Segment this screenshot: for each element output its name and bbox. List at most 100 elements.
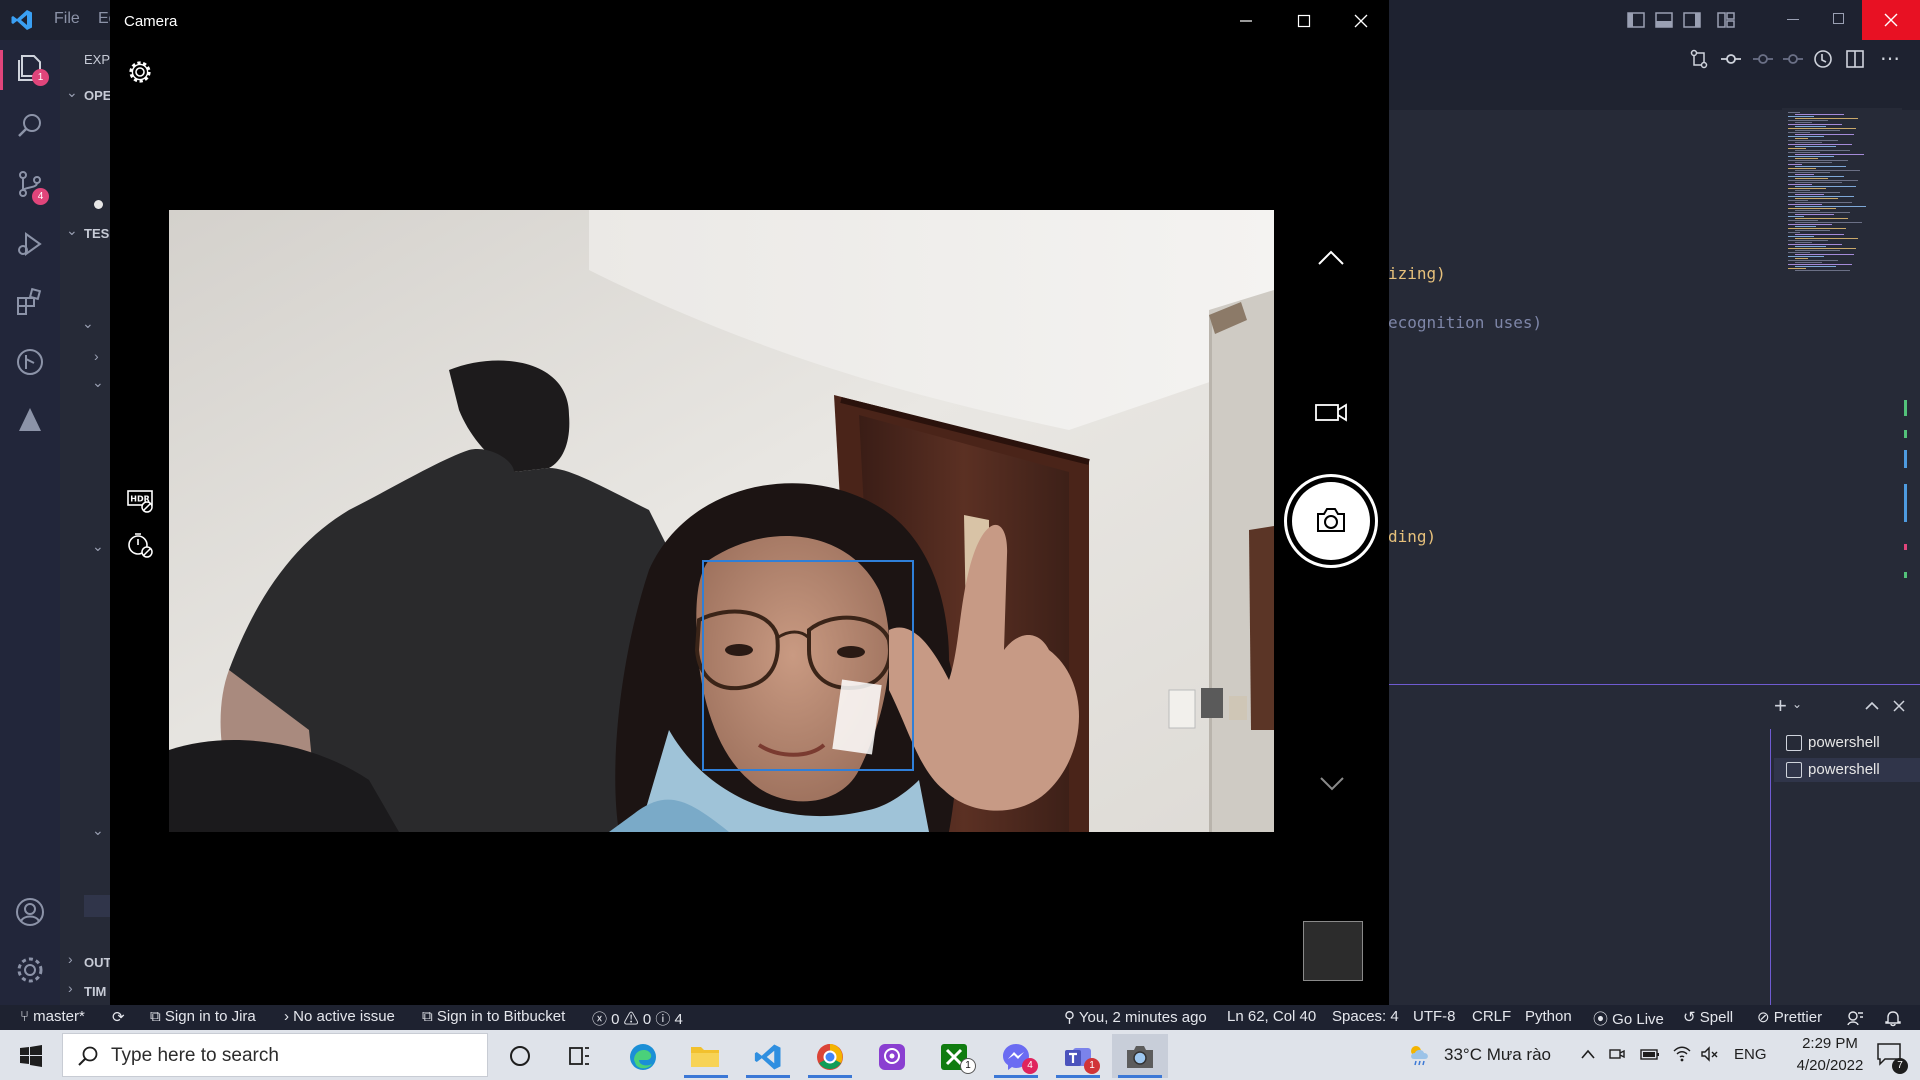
taskbar-chrome[interactable] xyxy=(802,1034,858,1078)
windows-start-icon[interactable] xyxy=(20,1045,42,1067)
jira-signin-item[interactable]: ⧉ Sign in to Jira xyxy=(150,1008,256,1025)
chevron-up-icon[interactable] xyxy=(1316,248,1346,268)
shutter-button[interactable] xyxy=(1284,474,1378,568)
indentation-item[interactable]: Spaces: 4 xyxy=(1332,1008,1399,1025)
git-graph-icon[interactable] xyxy=(14,346,46,378)
info-count: 4 xyxy=(674,1011,683,1028)
meet-now-icon[interactable] xyxy=(1608,1045,1626,1063)
gear-icon[interactable] xyxy=(126,58,154,86)
cortana-button[interactable] xyxy=(492,1034,548,1078)
chevron-down-icon[interactable]: ⌄ xyxy=(92,538,104,555)
taskbar-file-explorer[interactable] xyxy=(678,1034,734,1078)
git-blame-item[interactable]: ⚲ You, 2 minutes ago xyxy=(1064,1008,1207,1026)
vscode-minimize-button[interactable] xyxy=(1770,0,1816,40)
toggle-primary-sidebar-icon[interactable] xyxy=(1626,10,1646,30)
timer-icon[interactable] xyxy=(126,530,154,558)
toggle-panel-icon[interactable] xyxy=(1654,10,1674,30)
new-terminal-plus-icon[interactable]: + xyxy=(1774,695,1787,717)
search-icon[interactable] xyxy=(14,110,46,142)
photo-thumbnail[interactable] xyxy=(1303,921,1363,981)
language-mode-item[interactable]: Python xyxy=(1525,1008,1572,1025)
folder-section[interactable]: TES xyxy=(84,226,109,241)
taskbar-xbox[interactable]: 1 xyxy=(926,1034,982,1078)
go-live-item[interactable]: ⦿ Go Live xyxy=(1593,1008,1664,1029)
minimap-line xyxy=(1795,258,1808,259)
encoding-item[interactable]: UTF-8 xyxy=(1413,1008,1456,1025)
timeline-section[interactable]: TIM xyxy=(84,984,106,999)
camera-preview[interactable] xyxy=(169,210,1274,832)
taskbar-teams[interactable]: 1 xyxy=(1050,1034,1106,1078)
problems-item[interactable]: ⓧ 0 ⚠ 0 ⓘ 4 xyxy=(592,1008,683,1029)
clock-date[interactable]: 4/20/2022 xyxy=(1780,1057,1880,1074)
terminal-list-item[interactable]: powershell xyxy=(1808,761,1880,778)
minimap-line xyxy=(1795,238,1858,239)
git-branch-item[interactable]: ⑂ master* xyxy=(20,1008,85,1025)
taskbar-camera[interactable] xyxy=(1112,1034,1168,1078)
notifications-bell-icon[interactable] xyxy=(1884,1009,1902,1027)
minimap-line xyxy=(1788,204,1822,205)
vscode-restore-button[interactable] xyxy=(1816,0,1862,40)
volume-muted-icon[interactable] xyxy=(1700,1045,1720,1063)
show-hidden-icons-chevron-icon[interactable] xyxy=(1580,1048,1596,1060)
maximize-button[interactable] xyxy=(1276,0,1332,42)
outline-section[interactable]: OUT xyxy=(84,955,111,970)
spell-item[interactable]: ↺ Spell xyxy=(1683,1008,1733,1026)
jira-issue-item[interactable]: › No active issue xyxy=(284,1008,395,1025)
open-editors-section[interactable]: OPE xyxy=(84,88,111,103)
close-panel-icon[interactable] xyxy=(1892,699,1906,713)
video-camera-icon[interactable] xyxy=(1314,400,1348,424)
split-editor-icon[interactable] xyxy=(1844,48,1866,70)
terminal-dropdown-chevron-icon[interactable]: ⌄ xyxy=(1792,697,1802,711)
weather-rain-icon[interactable] xyxy=(1406,1043,1434,1067)
wifi-icon[interactable] xyxy=(1672,1045,1692,1063)
vscode-close-button[interactable] xyxy=(1862,0,1920,40)
chevron-right-icon[interactable]: › xyxy=(68,951,73,967)
chevron-down-icon[interactable]: ⌄ xyxy=(82,315,94,332)
hdr-icon[interactable]: HDR xyxy=(126,486,154,514)
minimap[interactable] xyxy=(1782,108,1902,680)
run-debug-icon[interactable] xyxy=(14,228,46,260)
commit-icon[interactable] xyxy=(1752,48,1774,70)
task-view-button[interactable] xyxy=(552,1034,608,1078)
chevron-down-icon[interactable] xyxy=(1318,774,1346,792)
previous-commit-icon[interactable] xyxy=(1720,48,1742,70)
taskbar-search-box[interactable]: Type here to search xyxy=(62,1033,488,1077)
chevron-down-icon[interactable]: ⌄ xyxy=(92,822,104,839)
minimize-button[interactable] xyxy=(1218,0,1274,42)
taskbar-messenger[interactable]: 4 xyxy=(988,1034,1044,1078)
maximize-panel-chevron-up-icon[interactable] xyxy=(1864,699,1880,713)
chevron-down-icon[interactable]: ⌄ xyxy=(66,222,78,239)
editor-toolbar: ⋯ xyxy=(1388,40,1920,80)
open-changes-icon[interactable] xyxy=(1688,48,1710,70)
chevron-down-icon[interactable]: ⌄ xyxy=(92,374,104,391)
git-history-icon[interactable] xyxy=(1812,48,1834,70)
battery-icon[interactable] xyxy=(1640,1045,1660,1063)
sync-icon[interactable]: ⟳ xyxy=(112,1008,125,1026)
chevron-right-icon[interactable]: › xyxy=(68,980,73,996)
taskbar-vscode[interactable] xyxy=(740,1034,796,1078)
more-actions-icon[interactable]: ⋯ xyxy=(1880,46,1900,71)
next-commit-icon[interactable] xyxy=(1782,48,1804,70)
feedback-icon[interactable] xyxy=(1846,1009,1864,1027)
prettier-item[interactable]: ⊘ Prettier xyxy=(1757,1008,1822,1026)
chevron-down-icon[interactable]: ⌄ xyxy=(66,84,78,101)
menu-file[interactable]: File xyxy=(54,10,80,28)
chevron-right-icon[interactable]: › xyxy=(94,348,99,364)
eol-item[interactable]: CRLF xyxy=(1472,1008,1511,1025)
customize-layout-icon[interactable] xyxy=(1716,10,1736,30)
atlassian-icon[interactable] xyxy=(14,404,46,436)
close-button[interactable] xyxy=(1333,0,1389,42)
manage-gear-icon[interactable] xyxy=(14,954,46,986)
accounts-icon[interactable] xyxy=(14,896,46,928)
terminal-list-item[interactable]: powershell xyxy=(1808,734,1880,751)
taskbar-podcast-app[interactable] xyxy=(864,1034,920,1078)
minimap-line xyxy=(1795,206,1866,207)
extensions-icon[interactable] xyxy=(14,286,46,318)
bitbucket-signin-item[interactable]: ⧉ Sign in to Bitbucket xyxy=(422,1008,565,1025)
weather-text[interactable]: 33°C Mưa rào xyxy=(1444,1045,1551,1065)
toggle-secondary-sidebar-icon[interactable] xyxy=(1682,10,1702,30)
cursor-position-item[interactable]: Ln 62, Col 40 xyxy=(1227,1008,1316,1025)
taskbar-edge[interactable] xyxy=(616,1034,672,1078)
clock-time[interactable]: 2:29 PM xyxy=(1790,1035,1870,1052)
input-language[interactable]: ENG xyxy=(1734,1046,1767,1063)
